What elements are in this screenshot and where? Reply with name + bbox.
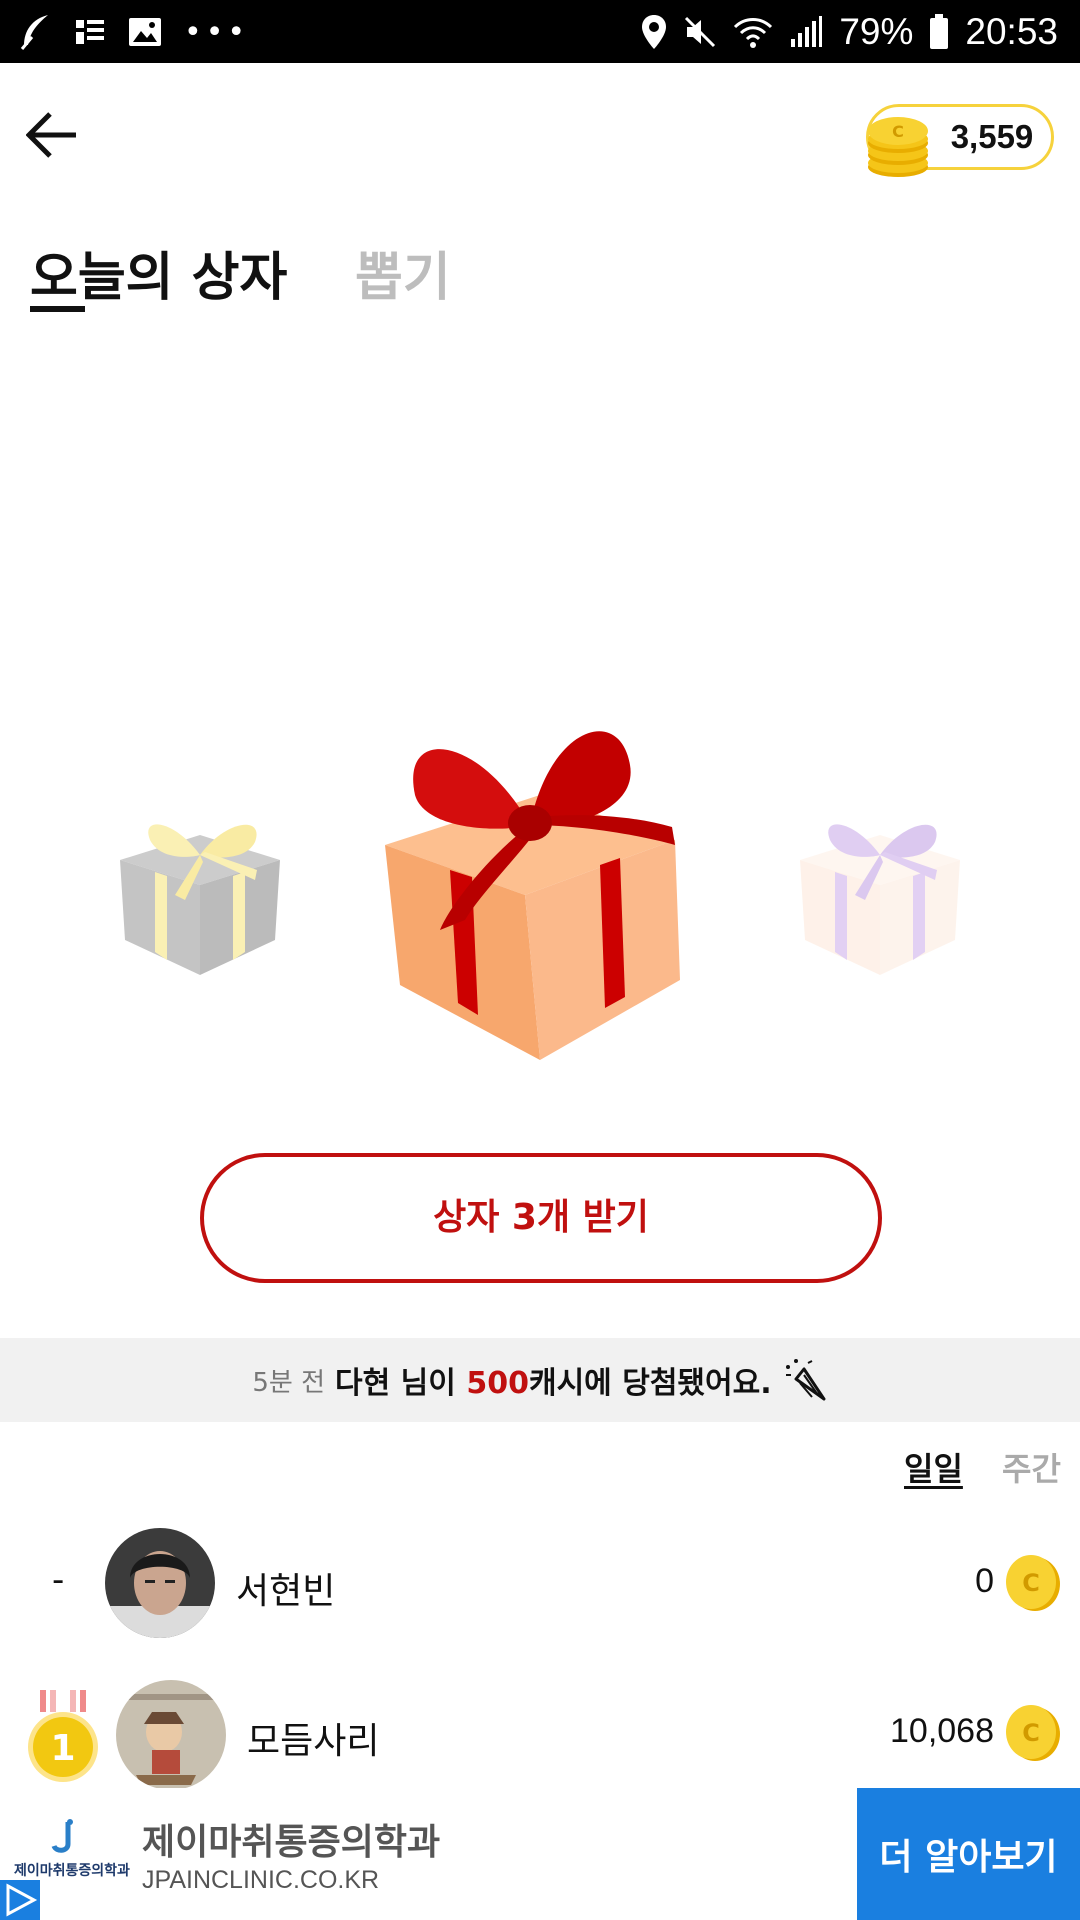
red-ribbon-gift[interactable] (380, 715, 700, 1060)
signal-icon (791, 16, 823, 47)
back-button[interactable] (22, 105, 82, 165)
tab-today-box[interactable]: 오늘의 상자 (30, 235, 287, 310)
mute-icon (685, 16, 716, 48)
notice-suffix: 캐시에 당첨됐어요. (528, 1366, 772, 1401)
tab-draw[interactable]: 뽑기 (355, 235, 451, 310)
ranking-name: 서현빈 (236, 1571, 336, 1612)
adchoices-icon[interactable] (0, 1880, 40, 1920)
tab-active-indicator (30, 306, 85, 312)
notice-time: 5분 전 (252, 1367, 326, 1398)
notice-message: 다현 님이 500캐시에 당첨됐어요. (335, 1358, 772, 1402)
ranking-score: 0 (975, 1562, 994, 1600)
coin-balance-badge[interactable]: C 3,559 (866, 104, 1054, 177)
image-icon (129, 18, 161, 46)
ranking-name: 모듬사리 (247, 1721, 380, 1762)
wifi-icon (734, 18, 773, 48)
notice-amount: 500 (466, 1366, 529, 1401)
coin-icon: C (1006, 1705, 1060, 1761)
rank-label: - (52, 1560, 65, 1600)
battery-percent: 79% (839, 11, 914, 52)
status-right-icons: 79% 20:53 (641, 8, 1058, 56)
ad-logo-text: 제이마취통증의학과 (14, 1863, 130, 1879)
notice-user: 다현 님이 (335, 1366, 456, 1401)
svg-text:C: C (1022, 1569, 1040, 1597)
winner-notice-banner: 5분 전 다현 님이 500캐시에 당첨됐어요. (0, 1338, 1080, 1422)
tab-weekly[interactable]: 주간 (1002, 1444, 1061, 1490)
ranking-row[interactable]: - 서현빈 0 C (0, 1520, 1080, 1650)
status-bar: ••• 79% 20:53 (0, 0, 1080, 63)
feather-icon (20, 15, 48, 50)
ranking-row[interactable]: 1 모듬사리 10,068 C (0, 1670, 1080, 1800)
coin-stack-icon: C (868, 117, 928, 177)
gold-medal-icon: 1 (28, 1690, 98, 1782)
location-icon (642, 15, 667, 49)
ad-title: 제이마취통증의학과 (142, 1822, 441, 1863)
news-icon (76, 20, 104, 44)
back-arrow-icon (26, 112, 76, 158)
party-popper-icon (785, 1359, 826, 1401)
ad-cta-button[interactable]: 더 알아보기 (857, 1788, 1080, 1920)
coin-balance-amount: 3,559 (950, 118, 1034, 155)
clinic-logo-icon (51, 1819, 73, 1853)
ad-url: JPAINCLINIC.CO.KR (142, 1866, 380, 1894)
avatar (105, 1528, 215, 1638)
ranking-score: 10,068 (890, 1712, 994, 1750)
svg-text:C: C (892, 122, 904, 141)
battery-icon (930, 14, 949, 49)
medal-rank: 1 (50, 1728, 75, 1769)
more-icon: ••• (184, 14, 250, 50)
clock: 20:53 (965, 11, 1058, 52)
receive-boxes-button[interactable]: 상자 3개 받기 (200, 1153, 882, 1283)
yellow-ribbon-gift[interactable] (115, 800, 285, 975)
avatar (116, 1680, 226, 1790)
status-left-icons: ••• (18, 12, 249, 52)
svg-text:C: C (1022, 1719, 1040, 1747)
coin-icon: C (1006, 1555, 1060, 1611)
tab-daily[interactable]: 일일 (904, 1444, 963, 1490)
ad-banner[interactable]: 제이마취통증의학과 제이마취통증의학과 JPAINCLINIC.CO.KR 더 … (0, 1788, 1080, 1920)
purple-ribbon-gift[interactable] (795, 800, 965, 975)
